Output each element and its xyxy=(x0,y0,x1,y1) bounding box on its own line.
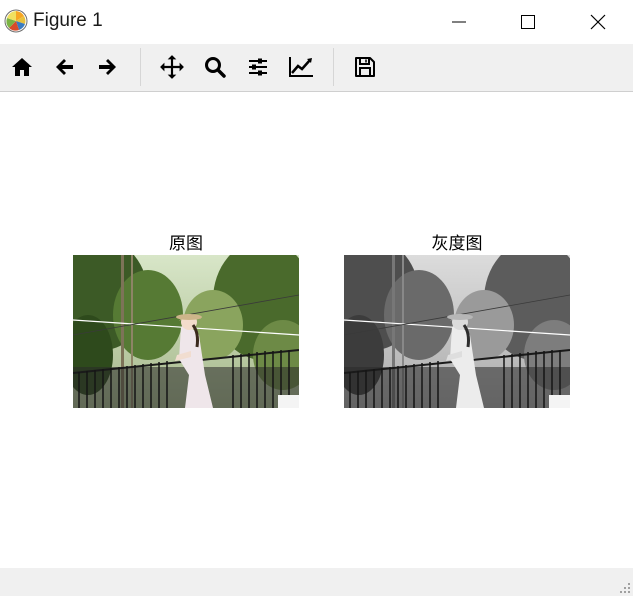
window-title: Figure 1 xyxy=(33,10,103,31)
navigation-toolbar xyxy=(0,44,633,92)
pan-icon xyxy=(160,55,184,79)
minimize-button[interactable] xyxy=(436,0,482,44)
home-button[interactable] xyxy=(8,53,36,81)
zoom-icon xyxy=(205,57,226,78)
figure-canvas[interactable]: 原图 灰度图 xyxy=(0,92,633,568)
maximize-button[interactable] xyxy=(505,0,551,44)
save-icon xyxy=(355,57,375,77)
resize-grip-icon[interactable] xyxy=(619,582,631,594)
matplotlib-logo-icon xyxy=(4,9,28,33)
forward-icon xyxy=(99,59,116,75)
status-bar xyxy=(0,568,633,596)
toolbar-separator xyxy=(140,48,141,86)
back-icon xyxy=(56,59,73,75)
subplot-title-original: 原图 xyxy=(169,234,203,254)
grayscale-image xyxy=(344,255,570,408)
forward-button[interactable] xyxy=(93,53,121,81)
back-button[interactable] xyxy=(51,53,79,81)
pan-button[interactable] xyxy=(158,53,186,81)
zoom-button[interactable] xyxy=(201,53,229,81)
subplot-title-grayscale: 灰度图 xyxy=(431,234,483,254)
save-button[interactable] xyxy=(351,53,379,81)
maximize-icon xyxy=(521,15,535,29)
close-icon xyxy=(590,14,606,30)
toolbar-separator xyxy=(333,48,334,86)
original-image xyxy=(73,255,299,408)
configure-subplots-icon xyxy=(249,58,267,76)
edit-axis-button[interactable] xyxy=(287,53,315,81)
close-button[interactable] xyxy=(575,0,621,44)
home-icon xyxy=(12,58,32,76)
configure-subplots-button[interactable] xyxy=(244,53,272,81)
edit-axis-icon xyxy=(289,57,313,77)
title-bar: Figure 1 xyxy=(0,0,633,44)
minimize-icon xyxy=(452,21,466,23)
